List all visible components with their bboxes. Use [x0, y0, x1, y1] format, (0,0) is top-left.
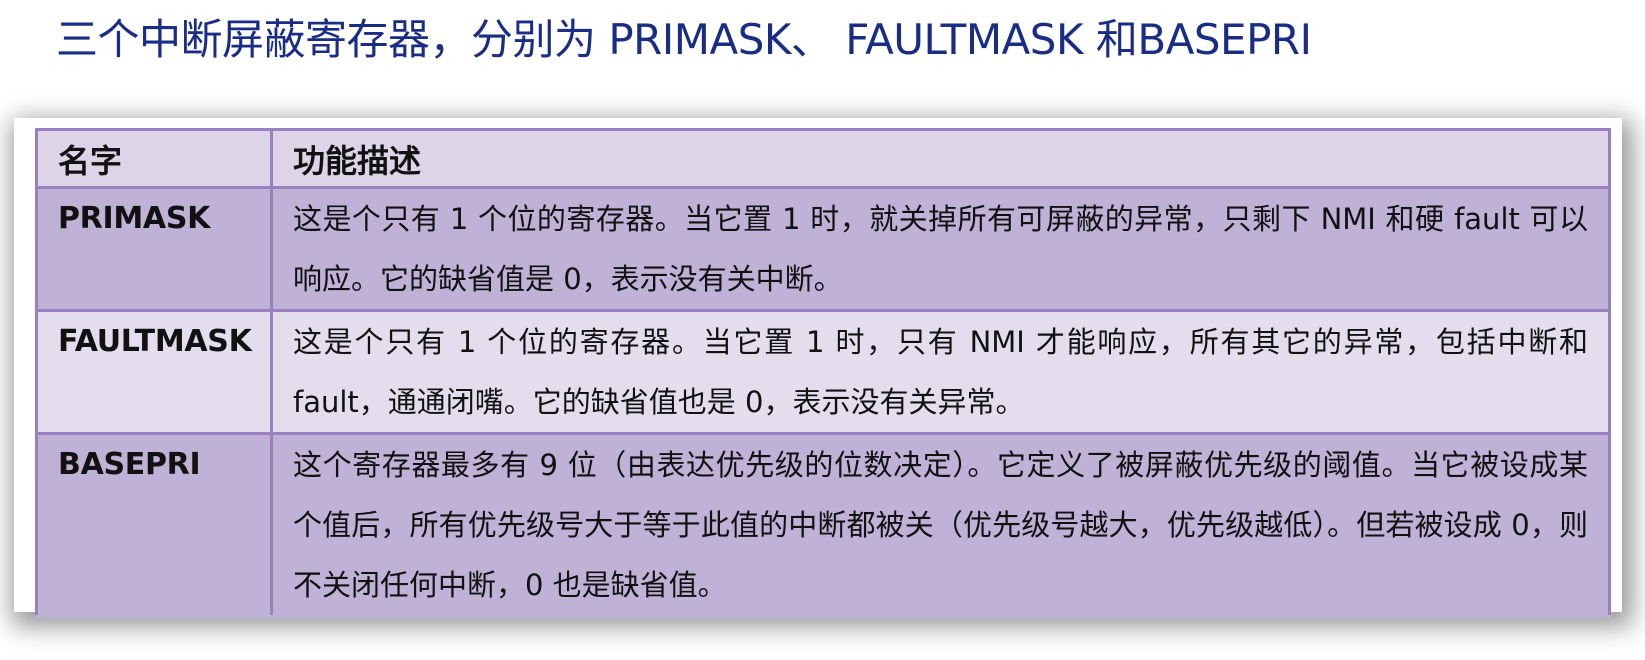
register-description: 这是个只有 1 个位的寄存器。当它置 1 时，就关掉所有可屏蔽的异常，只剩下 N… — [270, 186, 1611, 312]
slide-page: 三个中断屏蔽寄存器，分别为 PRIMASK、 FAULTMASK 和BASEPR… — [0, 0, 1645, 660]
register-name: BASEPRI — [35, 432, 273, 618]
table-row-basepri: BASEPRI 这个寄存器最多有 9 位（由表达优先级的位数决定）。它定义了被屏… — [35, 432, 1611, 618]
register-table: 名字 功能描述 PRIMASK 这是个只有 1 个位的寄存器。当它置 1 时，就… — [35, 128, 1611, 618]
register-description: 这个寄存器最多有 9 位（由表达优先级的位数决定）。它定义了被屏蔽优先级的阈值。… — [270, 432, 1611, 618]
table-row-faultmask: FAULTMASK 这是个只有 1 个位的寄存器。当它置 1 时，只有 NMI … — [35, 309, 1611, 435]
register-name: PRIMASK — [35, 186, 273, 312]
table-frame: 名字 功能描述 PRIMASK 这是个只有 1 个位的寄存器。当它置 1 时，就… — [14, 118, 1622, 618]
slide-title: 三个中断屏蔽寄存器，分别为 PRIMASK、 FAULTMASK 和BASEPR… — [56, 15, 1312, 64]
table-header-row: 名字 功能描述 — [35, 128, 1611, 189]
register-description: 这是个只有 1 个位的寄存器。当它置 1 时，只有 NMI 才能响应，所有其它的… — [270, 309, 1611, 435]
header-description: 功能描述 — [270, 128, 1611, 189]
register-name: FAULTMASK — [35, 309, 273, 435]
header-name: 名字 — [35, 128, 273, 189]
table-row-primask: PRIMASK 这是个只有 1 个位的寄存器。当它置 1 时，就关掉所有可屏蔽的… — [35, 186, 1611, 312]
